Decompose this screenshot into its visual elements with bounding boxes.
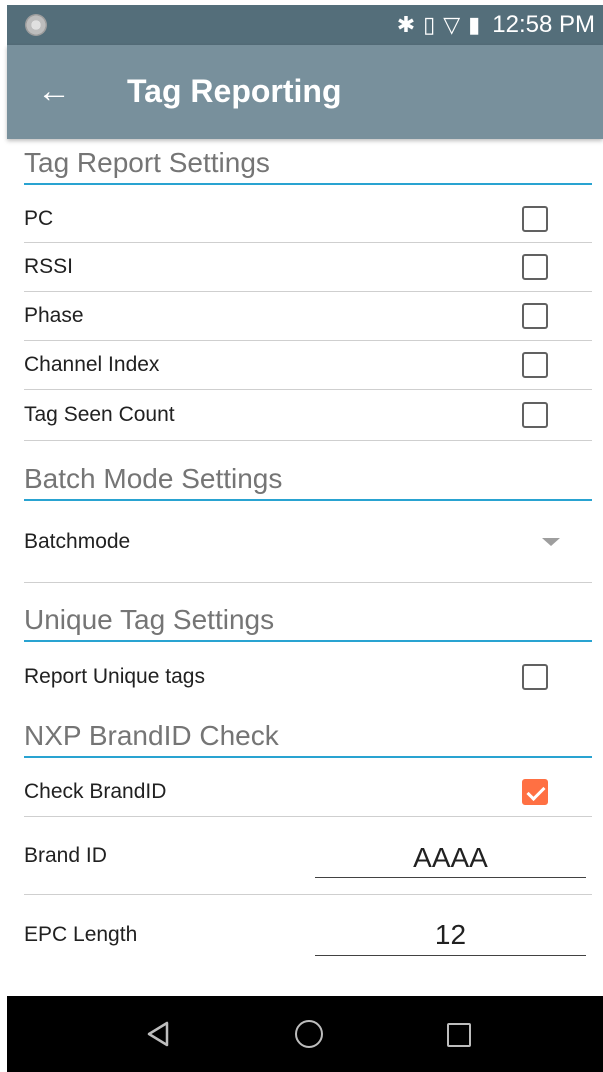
batchmode-dropdown[interactable]: Batchmode	[24, 502, 592, 583]
setting-label: Channel Index	[24, 353, 160, 376]
brand-id-input[interactable]: AAAA	[315, 839, 586, 878]
setting-row-check-brandid[interactable]: Check BrandID	[24, 768, 592, 817]
chevron-down-icon[interactable]	[542, 538, 560, 546]
setting-label: Phase	[24, 304, 84, 327]
setting-row-rssi[interactable]: RSSI	[24, 243, 592, 292]
arrow-left-icon[interactable]: ←	[37, 73, 77, 113]
app-bar: ← Tag Reporting	[7, 45, 603, 139]
page-title: Tag Reporting	[127, 73, 342, 109]
setting-row-pc[interactable]: PC	[24, 196, 592, 243]
section-header-nxp-brandid: NXP BrandID Check	[24, 720, 592, 758]
pc-checkbox[interactable]	[522, 206, 548, 232]
status-bar: ✱ ▯ ▽ ▮ 12:58 PM	[7, 5, 603, 45]
setting-row-phase[interactable]: Phase	[24, 292, 592, 341]
tag-seen-count-checkbox[interactable]	[522, 402, 548, 428]
setting-row-report-unique-tags[interactable]: Report Unique tags	[24, 652, 592, 702]
setting-row-tag-seen-count[interactable]: Tag Seen Count	[24, 390, 592, 441]
bluetooth-icon: ✱	[396, 12, 416, 37]
setting-label: Report Unique tags	[24, 665, 205, 688]
phase-checkbox[interactable]	[522, 303, 548, 329]
setting-label: RSSI	[24, 255, 74, 278]
report-unique-tags-checkbox[interactable]	[522, 664, 548, 690]
setting-row-channel-index[interactable]: Channel Index	[24, 341, 592, 390]
vibrate-icon: ▯	[423, 12, 436, 37]
dropdown-label: Batchmode	[24, 530, 131, 553]
battery-charging-icon: ▮	[468, 12, 481, 37]
setting-row-brand-id: Brand ID AAAA	[24, 817, 592, 895]
channel-index-checkbox[interactable]	[522, 352, 548, 378]
recents-square-icon[interactable]	[447, 1023, 471, 1047]
check-brandid-checkbox[interactable]	[522, 779, 548, 805]
rssi-checkbox[interactable]	[522, 254, 548, 280]
setting-label: Brand ID	[24, 843, 107, 867]
notification-icon	[25, 14, 47, 36]
setting-label: Tag Seen Count	[24, 403, 175, 426]
navigation-bar	[7, 996, 603, 1072]
status-time: 12:58 PM	[492, 11, 595, 38]
section-header-unique-tag: Unique Tag Settings	[24, 604, 592, 642]
setting-label: Check BrandID	[24, 780, 167, 803]
setting-row-epc-length: EPC Length 12	[24, 895, 592, 975]
section-header-batch-mode: Batch Mode Settings	[24, 463, 592, 501]
setting-label: PC	[24, 207, 54, 230]
home-circle-icon[interactable]	[295, 1020, 323, 1048]
section-header-tag-report: Tag Report Settings	[24, 147, 592, 185]
setting-label: EPC Length	[24, 923, 138, 946]
back-triangle-icon[interactable]	[145, 1020, 173, 1048]
epc-length-input[interactable]: 12	[315, 915, 586, 956]
wifi-icon: ▽	[443, 12, 461, 37]
